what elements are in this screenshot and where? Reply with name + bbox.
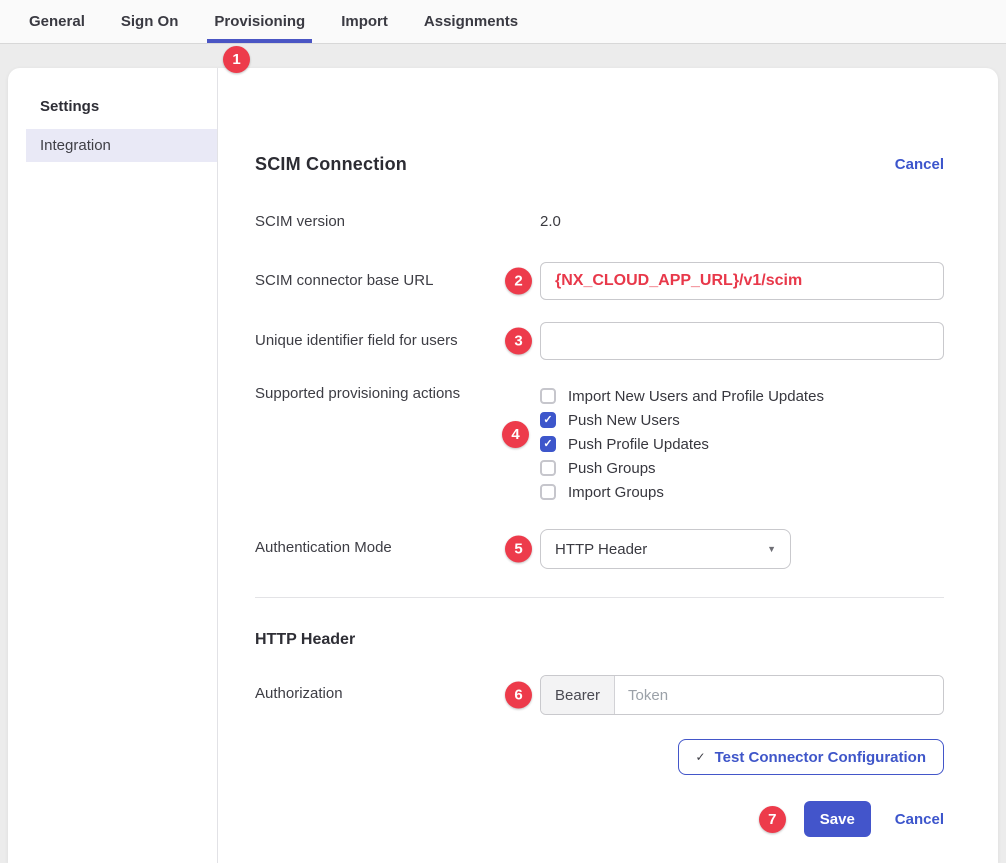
token-input[interactable] [615, 676, 943, 714]
checkbox-label: Push Profile Updates [568, 436, 709, 453]
scim-connection-panel: SCIM Connection Cancel SCIM version 2.0 … [218, 68, 998, 863]
checkbox-label: Import Groups [568, 484, 664, 501]
base-url-label: SCIM connector base URL [255, 262, 540, 300]
step-badge-6: 6 [505, 682, 532, 709]
authorization-row: Authorization 6 Bearer [255, 675, 944, 715]
tab-label: Assignments [424, 13, 518, 30]
scim-version-label: SCIM version [255, 213, 540, 231]
panel-title: SCIM Connection [255, 154, 407, 175]
tab-general[interactable]: General [22, 0, 92, 43]
checkbox-label: Push Groups [568, 460, 656, 477]
step-badge-5: 5 [505, 536, 532, 563]
checkbox-push-profile-updates[interactable]: ✓ Push Profile Updates [540, 432, 944, 456]
authorization-label: Authorization [255, 675, 540, 715]
content-card: Settings Integration SCIM Connection Can… [8, 68, 998, 863]
checkbox-icon: ✓ [540, 460, 556, 476]
tab-provisioning[interactable]: Provisioning [207, 0, 312, 43]
unique-id-row: Unique identifier field for users 3 [255, 322, 944, 360]
auth-mode-label: Authentication Mode [255, 529, 540, 569]
bearer-prefix: Bearer [541, 676, 615, 714]
step-badge-7: 7 [759, 806, 786, 833]
step-badge-3: 3 [505, 328, 532, 355]
tab-label: Provisioning [214, 13, 305, 30]
cancel-link-top[interactable]: Cancel [895, 156, 944, 173]
app-tabbar: General Sign On Provisioning Import Assi… [0, 0, 1006, 44]
check-icon: ✓ [696, 750, 706, 764]
checkbox-push-groups[interactable]: ✓ Push Groups [540, 456, 944, 480]
chevron-down-icon: ▼ [767, 544, 776, 554]
checkbox-icon: ✓ [540, 484, 556, 500]
tab-import[interactable]: Import [334, 0, 395, 43]
tab-sign-on[interactable]: Sign On [114, 0, 186, 43]
provisioning-actions-label: Supported provisioning actions [255, 382, 540, 504]
sidebar-item-integration[interactable]: Integration [26, 129, 217, 162]
auth-mode-selected-value: HTTP Header [555, 541, 647, 558]
step-badge-1: 1 [223, 46, 250, 73]
settings-sidebar: Settings Integration [8, 68, 218, 863]
tab-label: Sign On [121, 13, 179, 30]
checkbox-icon: ✓ [540, 388, 556, 404]
scim-version-row: SCIM version 2.0 [255, 213, 944, 231]
authorization-composite-field: Bearer [540, 675, 944, 715]
checkbox-label: Push New Users [568, 412, 680, 429]
provisioning-actions-row: Supported provisioning actions 4 ✓ Impor… [255, 382, 944, 504]
checkbox-import-groups[interactable]: ✓ Import Groups [540, 480, 944, 504]
base-url-input[interactable] [540, 262, 944, 300]
scim-version-value: 2.0 [540, 213, 561, 230]
save-button[interactable]: Save [804, 801, 871, 837]
tab-label: General [29, 13, 85, 30]
unique-id-label: Unique identifier field for users [255, 322, 540, 360]
http-header-section-title: HTTP Header [255, 631, 944, 649]
auth-mode-row: Authentication Mode 5 HTTP Header ▼ [255, 529, 944, 569]
step-badge-2: 2 [505, 268, 532, 295]
checkbox-push-new-users[interactable]: ✓ Push New Users [540, 408, 944, 432]
sidebar-section-title: Settings [40, 98, 217, 115]
checkbox-import-new-users[interactable]: ✓ Import New Users and Profile Updates [540, 384, 944, 408]
step-badge-4: 4 [502, 421, 529, 448]
base-url-row: SCIM connector base URL 2 [255, 262, 944, 300]
checkbox-icon: ✓ [540, 436, 556, 452]
test-connector-configuration-button[interactable]: ✓ Test Connector Configuration [678, 739, 944, 775]
cancel-link-bottom[interactable]: Cancel [895, 811, 944, 828]
test-connector-label: Test Connector Configuration [715, 749, 926, 766]
section-divider [255, 597, 944, 598]
unique-id-input[interactable] [540, 322, 944, 360]
auth-mode-select[interactable]: HTTP Header ▼ [540, 529, 791, 569]
checkbox-label: Import New Users and Profile Updates [568, 388, 824, 405]
tab-assignments[interactable]: Assignments [417, 0, 525, 43]
tab-label: Import [341, 13, 388, 30]
checkbox-icon: ✓ [540, 412, 556, 428]
sidebar-item-label: Integration [40, 137, 111, 154]
